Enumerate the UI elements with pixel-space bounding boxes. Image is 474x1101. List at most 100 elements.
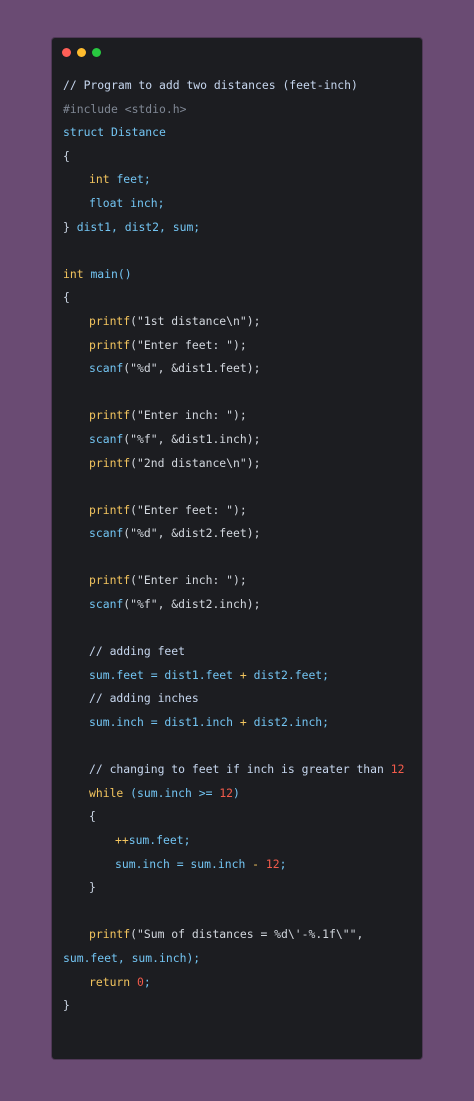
- code-token: #include <stdio.h>: [63, 101, 187, 116]
- code-token: ("%d", &dist2.feet);: [123, 526, 261, 541]
- code-token: sum.inch = dist1.inch: [89, 715, 240, 730]
- code-line: scanf("%f", &dist2.inch);: [63, 593, 415, 617]
- code-token: ;: [143, 974, 151, 989]
- code-line: } dist1, dist2, sum;: [63, 216, 415, 240]
- code-token: +: [239, 667, 247, 682]
- code-token: Distance: [111, 125, 166, 140]
- code-token: // Program to add two distances (feet-in…: [63, 78, 358, 92]
- code-token: scanf: [89, 431, 124, 446]
- code-line: ++sum.feet;: [63, 829, 415, 853]
- code-token: printf: [89, 573, 131, 588]
- code-line: return 0;: [63, 971, 415, 995]
- code-line: printf("Enter inch: ");: [63, 569, 415, 593]
- code-token: int: [89, 172, 117, 187]
- code-line: printf("Enter feet: ");: [63, 334, 415, 358]
- code-token: sum.feet = dist1.feet: [89, 667, 240, 682]
- code-token: float: [89, 195, 131, 210]
- code-token: printf: [89, 313, 131, 328]
- code-token: 12: [219, 785, 234, 800]
- code-line: scanf("%d", &dist1.feet);: [63, 357, 415, 381]
- code-token: scanf: [89, 526, 124, 541]
- code-token: 0: [137, 974, 144, 989]
- code-token: (sum.inch >=: [130, 785, 220, 800]
- code-token: ++: [115, 833, 129, 847]
- code-token: inch;: [130, 195, 165, 210]
- code-line: printf("Sum of distances = %d\'-%.1f\"",: [63, 923, 415, 947]
- code-token: return: [89, 974, 138, 989]
- code-line: scanf("%f", &dist1.inch);: [63, 428, 415, 452]
- code-token: }: [63, 219, 77, 234]
- code-token: sum.feet;: [128, 833, 191, 847]
- code-line: printf("1st distance\n");: [63, 310, 415, 334]
- code-line: // adding feet: [63, 640, 415, 664]
- code-token: printf: [89, 455, 131, 470]
- code-line: // changing to feet if inch is greater t…: [63, 758, 415, 782]
- code-line: // adding inches: [63, 687, 415, 711]
- code-token: +: [239, 715, 247, 730]
- code-line: {: [63, 145, 415, 169]
- minimize-button[interactable]: [77, 48, 86, 57]
- code-block: // Program to add two distances (feet-in…: [63, 74, 415, 1018]
- code-token: feet;: [116, 172, 151, 187]
- code-line: }: [63, 876, 415, 900]
- code-token: printf: [89, 337, 131, 352]
- code-line: // Program to add two distances (feet-in…: [63, 74, 415, 98]
- code-token: ("%d", &dist1.feet);: [123, 361, 261, 376]
- code-line: {: [63, 286, 415, 310]
- code-window: // Program to add two distances (feet-in…: [52, 38, 422, 1059]
- code-line: scanf("%d", &dist2.feet);: [63, 522, 415, 546]
- code-line: int main(): [63, 263, 415, 287]
- window-controls: [62, 48, 101, 57]
- code-token: ("Enter inch: ");: [130, 573, 247, 588]
- code-token: main(): [90, 266, 132, 281]
- code-line: while (sum.inch >= 12): [63, 782, 415, 806]
- code-line: float inch;: [63, 192, 415, 216]
- code-token: ("1st distance\n");: [130, 313, 261, 328]
- code-line: sum.inch = sum.inch - 12;: [63, 853, 415, 877]
- code-line: #include <stdio.h>: [63, 98, 415, 122]
- code-token: // changing to feet if inch is greater t…: [89, 762, 391, 777]
- code-token: sum.feet, sum.inch);: [63, 950, 201, 965]
- code-token: {: [89, 809, 96, 824]
- code-line: printf("Enter feet: ");: [63, 499, 415, 523]
- code-token: ;: [279, 856, 287, 871]
- code-token: ("2nd distance\n");: [130, 455, 261, 470]
- code-line: {: [63, 805, 415, 829]
- code-token: -: [252, 856, 266, 871]
- code-token: ("Enter feet: ");: [130, 337, 247, 352]
- code-token: printf: [89, 927, 131, 942]
- code-line: sum.inch = dist1.inch + dist2.inch;: [63, 711, 415, 735]
- code-token: scanf: [89, 597, 124, 612]
- code-token: }: [89, 880, 96, 895]
- code-token: struct: [63, 125, 112, 140]
- maximize-button[interactable]: [92, 48, 101, 57]
- code-line: sum.feet, sum.inch);: [63, 947, 415, 971]
- code-line: int feet;: [63, 168, 415, 192]
- code-token: ("Enter inch: ");: [130, 408, 247, 423]
- code-token: // adding inches: [89, 691, 199, 706]
- code-token: dist1, dist2, sum;: [76, 219, 201, 234]
- code-token: // adding feet: [89, 644, 186, 659]
- code-token: {: [63, 148, 70, 163]
- code-token: printf: [89, 408, 131, 423]
- code-token: scanf: [89, 361, 124, 376]
- code-token: int: [63, 266, 91, 281]
- code-token: printf: [89, 502, 131, 517]
- code-token: ("%f", &dist1.inch);: [123, 431, 261, 446]
- code-token: while: [89, 785, 131, 800]
- code-token: dist2.inch;: [246, 715, 330, 730]
- code-token: 12: [390, 762, 405, 777]
- code-line: sum.feet = dist1.feet + dist2.feet;: [63, 664, 415, 688]
- code-token: ): [233, 785, 240, 800]
- close-button[interactable]: [62, 48, 71, 57]
- code-token: }: [63, 998, 70, 1013]
- code-token: {: [63, 290, 70, 305]
- code-token: ("%f", &dist2.inch);: [123, 597, 261, 612]
